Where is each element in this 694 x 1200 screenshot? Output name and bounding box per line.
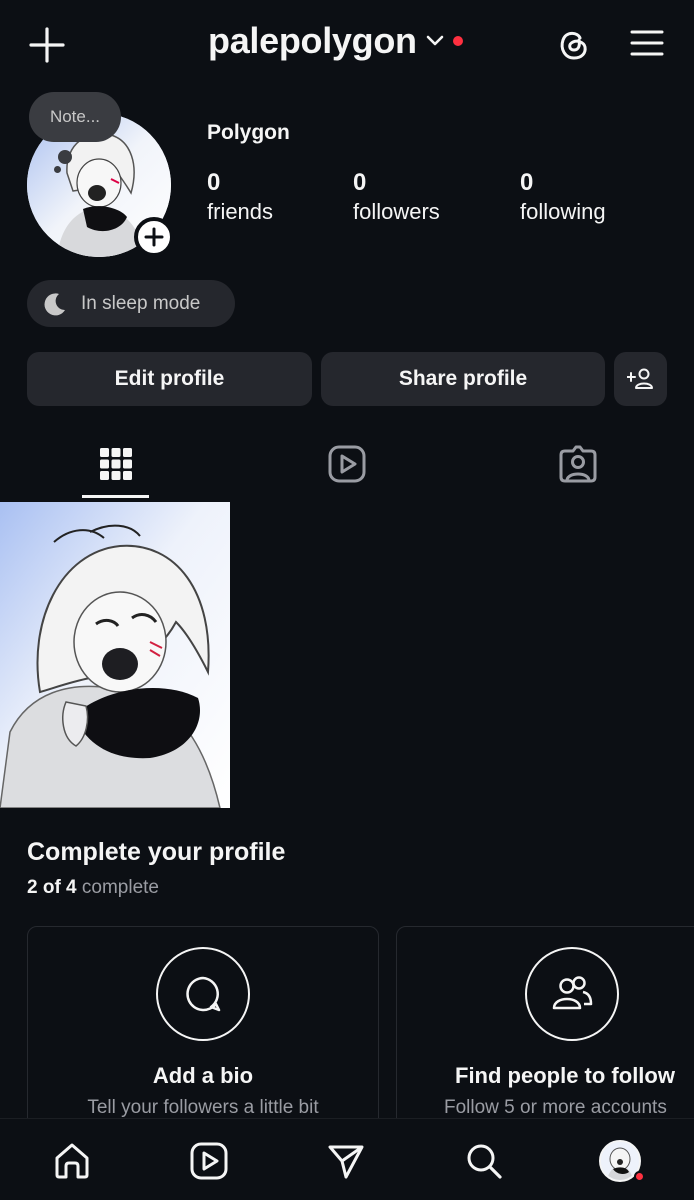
tab-posts-grid[interactable] [86,440,146,488]
post-illustration [0,502,230,808]
hamburger-icon [630,30,664,56]
discover-people-button[interactable] [614,352,667,406]
card-icon-circle [525,947,619,1041]
grid-icon [100,448,132,480]
nav-profile[interactable] [598,1139,645,1183]
notification-dot [634,1171,645,1182]
complete-profile-title: Complete your profile [27,838,286,866]
card-text: Follow 5 or more accounts [444,1097,667,1118]
edit-profile-button[interactable]: Edit profile [27,352,312,406]
tab-tagged[interactable] [548,440,608,488]
followers-stat[interactable]: 0 followers [353,168,440,226]
chat-bubble-icon [186,976,221,1012]
plus-icon [29,27,65,63]
reels-icon [190,1142,228,1180]
stat-value: 0 [207,169,221,196]
threads-button[interactable] [552,22,594,64]
nav-reels[interactable] [187,1139,231,1183]
post-thumbnail[interactable] [0,502,230,808]
stat-label: followers [353,199,440,224]
sleep-mode-status[interactable]: In sleep mode [27,280,235,327]
share-profile-button[interactable]: Share profile [321,352,605,406]
create-button[interactable] [26,24,68,66]
nav-home[interactable] [50,1139,94,1183]
add-story-button[interactable] [134,217,174,257]
progress-word: complete [81,877,160,898]
bottom-navigation [0,1118,694,1200]
card-title: Find people to follow [455,1063,675,1088]
note-tail [58,150,72,164]
add-person-icon [626,368,653,389]
stat-value: 0 [520,169,534,196]
add-bio-card[interactable]: Add a bio Tell your followers a little b… [27,926,379,1136]
share-profile-label: Share profile [398,367,528,390]
moon-icon [44,292,65,315]
card-icon-circle [156,947,250,1041]
stat-label: following [520,199,606,224]
home-icon [55,1143,89,1179]
progress-count: 2 of 4 [27,877,77,898]
card-title: Add a bio [152,1063,254,1088]
nav-messages[interactable] [324,1139,368,1183]
stat-value: 0 [353,169,367,196]
note-bubble[interactable]: Note... [29,92,121,142]
account-switcher[interactable]: palepolygon [208,20,463,62]
tagged-icon [559,445,597,483]
edit-profile-label: Edit profile [114,367,225,390]
reels-icon [328,445,366,483]
send-icon [328,1145,364,1179]
people-icon [552,976,593,1010]
notification-dot [452,36,463,46]
tab-selected-indicator [82,495,149,498]
nav-search[interactable] [462,1139,506,1183]
stat-label: friends [207,199,274,224]
friends-stat[interactable]: 0 friends [207,168,273,226]
find-people-card[interactable]: Find people to follow Follow 5 or more a… [396,926,694,1136]
complete-profile-progress: 2 of 4 complete [27,877,159,899]
menu-button[interactable] [626,22,668,64]
note-text: Note... [49,107,101,126]
plus-icon [144,227,164,247]
card-text: Tell your followers a little bit [87,1097,319,1118]
search-icon [467,1144,502,1179]
username: palepolygon [208,20,417,61]
note-tail-small [54,166,61,173]
sleep-mode-label: In sleep mode [81,292,201,314]
tab-reels[interactable] [317,440,377,488]
following-stat[interactable]: 0 following [520,168,606,226]
chevron-down-icon [426,35,444,46]
threads-icon [560,31,587,60]
display-name: Polygon [207,121,290,144]
